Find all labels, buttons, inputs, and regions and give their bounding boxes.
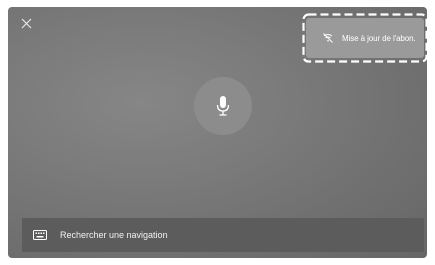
search-label: Rechercher une navigation <box>60 230 168 240</box>
update-crossed-icon <box>322 32 334 44</box>
close-icon <box>21 18 32 29</box>
subscription-update-notice[interactable]: Mise à jour de l'abon. <box>306 18 424 58</box>
microphone-icon <box>216 96 230 116</box>
keyboard-icon <box>33 230 47 240</box>
search-navigation-bar[interactable]: Rechercher une navigation <box>22 218 424 252</box>
notice-label: Mise à jour de l'abon. <box>342 33 416 43</box>
voice-search-screen: Mise à jour de l'abon. Rechercher une na… <box>8 7 427 258</box>
voice-input-button[interactable] <box>194 77 252 135</box>
close-button[interactable] <box>18 15 36 33</box>
